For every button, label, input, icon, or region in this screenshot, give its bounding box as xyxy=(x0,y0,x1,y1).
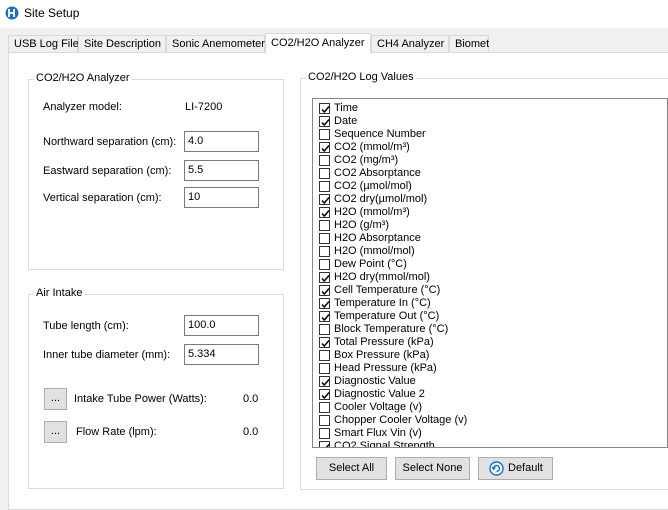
checkbox-checked[interactable] xyxy=(319,116,330,127)
air-intake-group-title: Air Intake xyxy=(34,287,85,299)
log-value-label: Temperature Out (°C) xyxy=(334,310,440,322)
checkbox-checked[interactable] xyxy=(319,311,330,322)
intake-tube-power-label: Intake Tube Power (Watts): xyxy=(74,393,207,405)
title-bar: Site Setup xyxy=(0,0,668,28)
log-value-label: Head Pressure (kPa) xyxy=(334,362,437,374)
checkbox-checked[interactable] xyxy=(319,298,330,309)
analyzer-model-label: Analyzer model: xyxy=(43,101,122,113)
analyzer-model-value: LI-7200 xyxy=(185,101,223,113)
log-value-label: Diagnostic Value xyxy=(334,375,416,387)
log-value-label: Box Pressure (kPa) xyxy=(334,349,430,361)
checkbox-unchecked[interactable] xyxy=(319,233,330,244)
eastward-separation-label: Eastward separation (cm): xyxy=(43,165,172,177)
log-value-label: Cell Temperature (°C) xyxy=(334,284,441,296)
flow-rate-button[interactable]: ... xyxy=(44,421,67,443)
default-button[interactable]: Default xyxy=(478,457,553,480)
inner-tube-diameter-input[interactable]: 5.334 xyxy=(184,344,259,365)
checkbox-checked[interactable] xyxy=(319,285,330,296)
vertical-separation-label: Vertical separation (cm): xyxy=(43,192,162,204)
tube-length-input[interactable]: 100.0 xyxy=(184,315,259,336)
checkbox-unchecked[interactable] xyxy=(319,181,330,192)
checkbox-checked[interactable] xyxy=(319,337,330,348)
checkbox-checked[interactable] xyxy=(319,194,330,205)
log-value-label: Total Pressure (kPa) xyxy=(334,336,434,348)
northward-separation-label: Northward separation (cm): xyxy=(43,136,177,148)
log-values-checklist[interactable]: Time Date Sequence Number CO2 (mmol/m³) CO2 … xyxy=(312,98,668,448)
select-none-button[interactable]: Select None xyxy=(395,457,470,480)
tab-strip: USB Log File Site Description Sonic Anem… xyxy=(8,33,668,54)
checkbox-unchecked[interactable] xyxy=(319,324,330,335)
log-value-label: Date xyxy=(334,115,358,127)
log-value-label: Time xyxy=(334,102,359,114)
log-value-label: CO2 (mmol/m³) xyxy=(334,141,410,153)
log-value-label: CO2 (µmol/mol) xyxy=(334,180,412,192)
log-value-label: Dew Point (°C) xyxy=(334,258,407,270)
checkbox-checked[interactable] xyxy=(319,389,330,400)
checkbox-checked[interactable] xyxy=(319,103,330,114)
checkbox-checked[interactable] xyxy=(319,142,330,153)
checkbox-unchecked[interactable] xyxy=(319,129,330,140)
flow-rate-value: 0.0 xyxy=(243,426,259,438)
checkbox-unchecked[interactable] xyxy=(319,155,330,166)
select-all-button[interactable]: Select All xyxy=(316,457,387,480)
log-value-label: CO2 Absorptance xyxy=(334,167,421,179)
flow-rate-label: Flow Rate (lpm): xyxy=(76,426,157,438)
log-value-label: CO2 (mg/m³) xyxy=(334,154,399,166)
checkbox-checked[interactable] xyxy=(319,376,330,387)
log-value-label: CO2 Signal Strength xyxy=(334,440,435,448)
analyzer-group-title: CO2/H2O Analyzer xyxy=(34,72,132,84)
log-value-label: Cooler Voltage (v) xyxy=(334,401,423,413)
log-value-label: H2O dry(mmol/mol) xyxy=(334,271,430,283)
log-value-label: H2O (mmol/m³) xyxy=(334,206,410,218)
log-value-label: Smart Flux Vin (v) xyxy=(334,427,422,439)
default-button-label: Default xyxy=(508,462,543,474)
tube-length-label: Tube length (cm): xyxy=(43,320,129,332)
log-value-label: Diagnostic Value 2 xyxy=(334,388,425,400)
intake-tube-power-value: 0.0 xyxy=(243,393,259,405)
intake-tube-power-button[interactable]: ... xyxy=(44,388,67,410)
checkbox-unchecked[interactable] xyxy=(319,428,330,439)
log-value-label: CO2 dry(µmol/mol) xyxy=(334,193,428,205)
checkbox-checked[interactable] xyxy=(319,441,330,447)
log-value-label: Block Temperature (°C) xyxy=(334,323,449,335)
log-value-label: Chopper Cooler Voltage (v) xyxy=(334,414,468,426)
checkbox-checked[interactable] xyxy=(319,207,330,218)
checkbox-unchecked[interactable] xyxy=(319,259,330,270)
checkbox-unchecked[interactable] xyxy=(319,350,330,361)
checkbox-unchecked[interactable] xyxy=(319,402,330,413)
tab-co2-h2o-analyzer[interactable]: CO2/H2O Analyzer xyxy=(265,33,371,54)
log-value-label: H2O Absorptance xyxy=(334,232,421,244)
northward-separation-input[interactable]: 4.0 xyxy=(184,131,259,152)
checkbox-unchecked[interactable] xyxy=(319,415,330,426)
checkbox-unchecked[interactable] xyxy=(319,246,330,257)
log-value-label: H2O (g/m³) xyxy=(334,219,389,231)
eastward-separation-input[interactable]: 5.5 xyxy=(184,160,259,181)
default-reset-icon xyxy=(489,461,504,476)
window-title: Site Setup xyxy=(24,6,80,20)
log-value-label: Temperature In (°C) xyxy=(334,297,431,309)
checkbox-unchecked[interactable] xyxy=(319,168,330,179)
log-value-label: H2O (mmol/mol) xyxy=(334,245,415,257)
log-values-group-title: CO2/H2O Log Values xyxy=(306,71,416,83)
checkbox-checked[interactable] xyxy=(319,272,330,283)
log-value-label: Sequence Number xyxy=(334,128,426,140)
vertical-separation-input[interactable]: 10 xyxy=(184,187,259,208)
checkbox-unchecked[interactable] xyxy=(319,363,330,374)
checkbox-unchecked[interactable] xyxy=(319,220,330,231)
app-logo-icon xyxy=(5,6,19,20)
inner-tube-diameter-label: Inner tube diameter (mm): xyxy=(43,349,171,361)
